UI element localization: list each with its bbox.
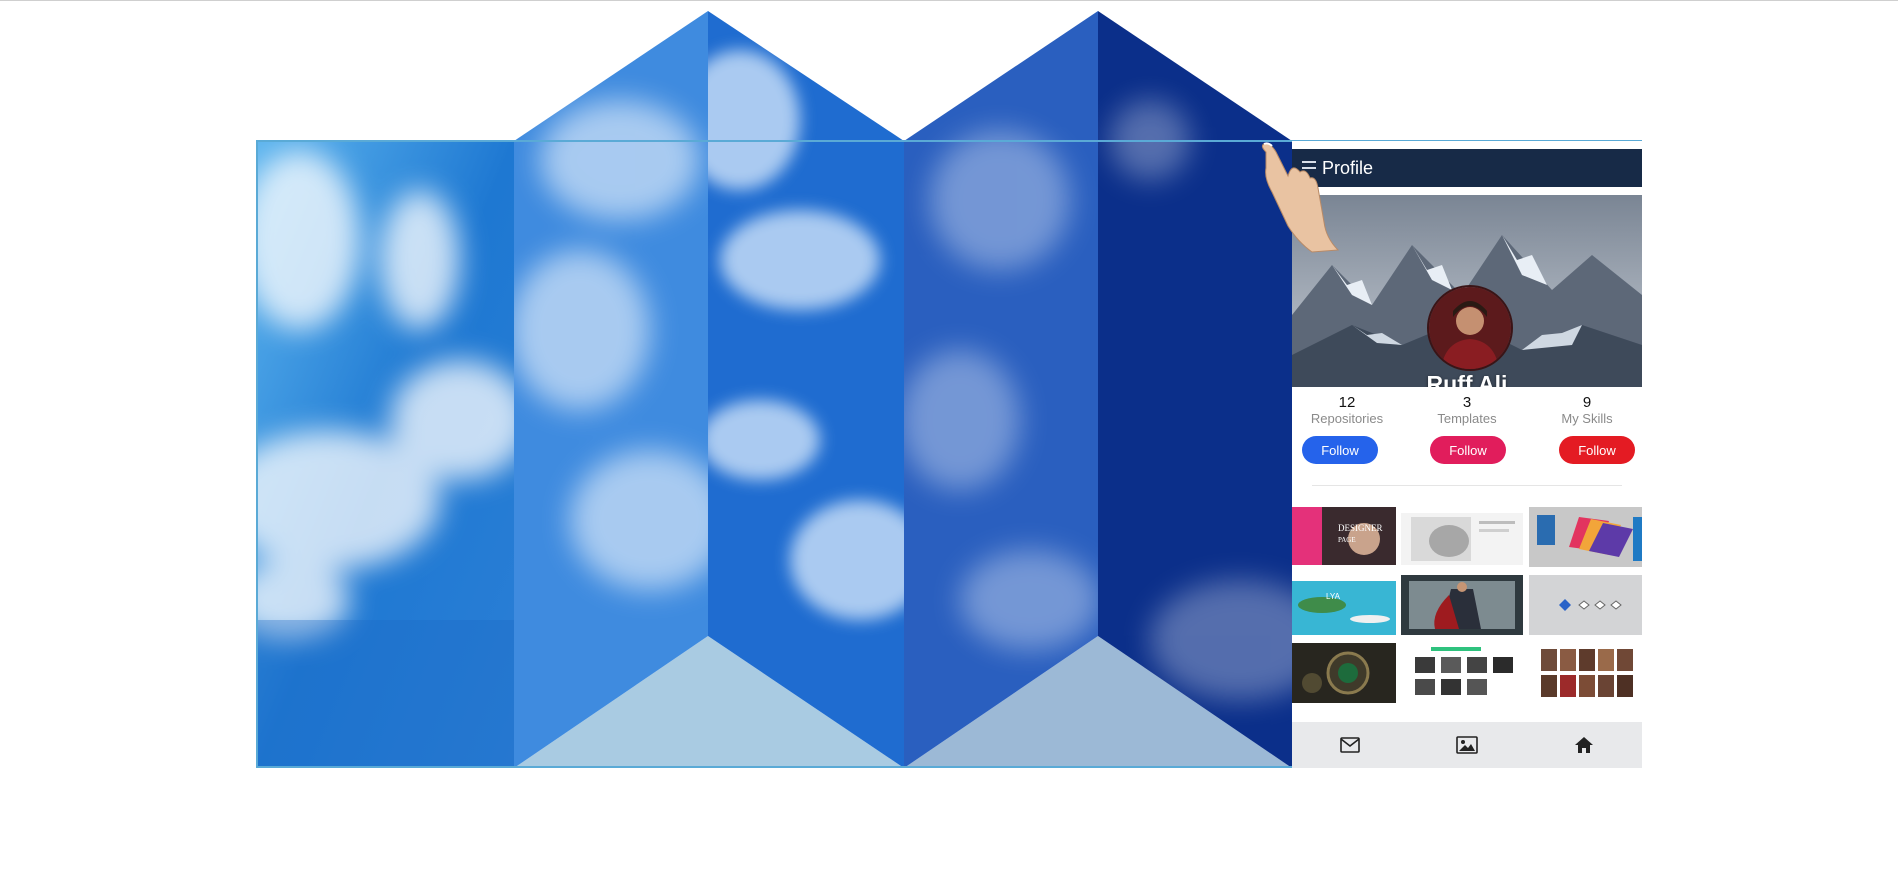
follow-button-templates[interactable]: Follow [1430,436,1506,464]
profile-name: Ruff Ali [1426,371,1508,387]
stat-templates: 3 Templates [1412,394,1522,427]
follow-button-skills[interactable]: Follow [1559,436,1635,464]
sky-panel-4 [904,11,1098,768]
gallery-thumb-cards[interactable] [1529,507,1642,567]
gallery-thumb-shapes[interactable] [1529,575,1642,635]
gallery-thumb-island[interactable]: LYA [1292,575,1396,635]
stat-label: My Skills [1561,411,1613,426]
nav-gallery[interactable] [1409,722,1525,768]
thumb-text-brand: LYA [1326,592,1341,601]
divider [1312,485,1622,486]
stat-count: 9 [1582,394,1592,411]
thumb-text-page: PAGE [1338,536,1356,544]
home-icon [1575,737,1593,753]
gallery-thumb-fitness[interactable] [1529,643,1642,703]
gallery-thumb-watch[interactable] [1292,643,1396,703]
stat-repositories: 12 Repositories [1292,394,1402,427]
nav-mail[interactable] [1292,722,1408,768]
thumb-text-designer: DESIGNER [1338,523,1383,533]
mail-icon [1340,737,1360,753]
stat-count: 3 [1462,394,1472,411]
gallery-thumb-portrait[interactable] [1401,507,1523,565]
stat-label: Templates [1437,411,1497,426]
stat-count: 12 [1338,394,1356,411]
avatar[interactable] [1427,285,1513,371]
stat-label: Repositories [1310,411,1384,426]
gallery-thumb-superman[interactable] [1401,575,1523,635]
hand-cursor-icon [1261,142,1340,253]
stat-skills: 9 My Skills [1532,394,1642,427]
image-icon [1456,736,1478,754]
bottom-nav [1292,722,1642,768]
follow-button-repositories[interactable]: Follow [1302,436,1378,464]
sky-panel-1 [258,141,514,768]
nav-home[interactable] [1526,722,1642,768]
gallery-thumb-designer-page[interactable]: DESIGNER PAGE [1292,507,1396,565]
gallery-thumb-grid[interactable] [1401,643,1523,703]
